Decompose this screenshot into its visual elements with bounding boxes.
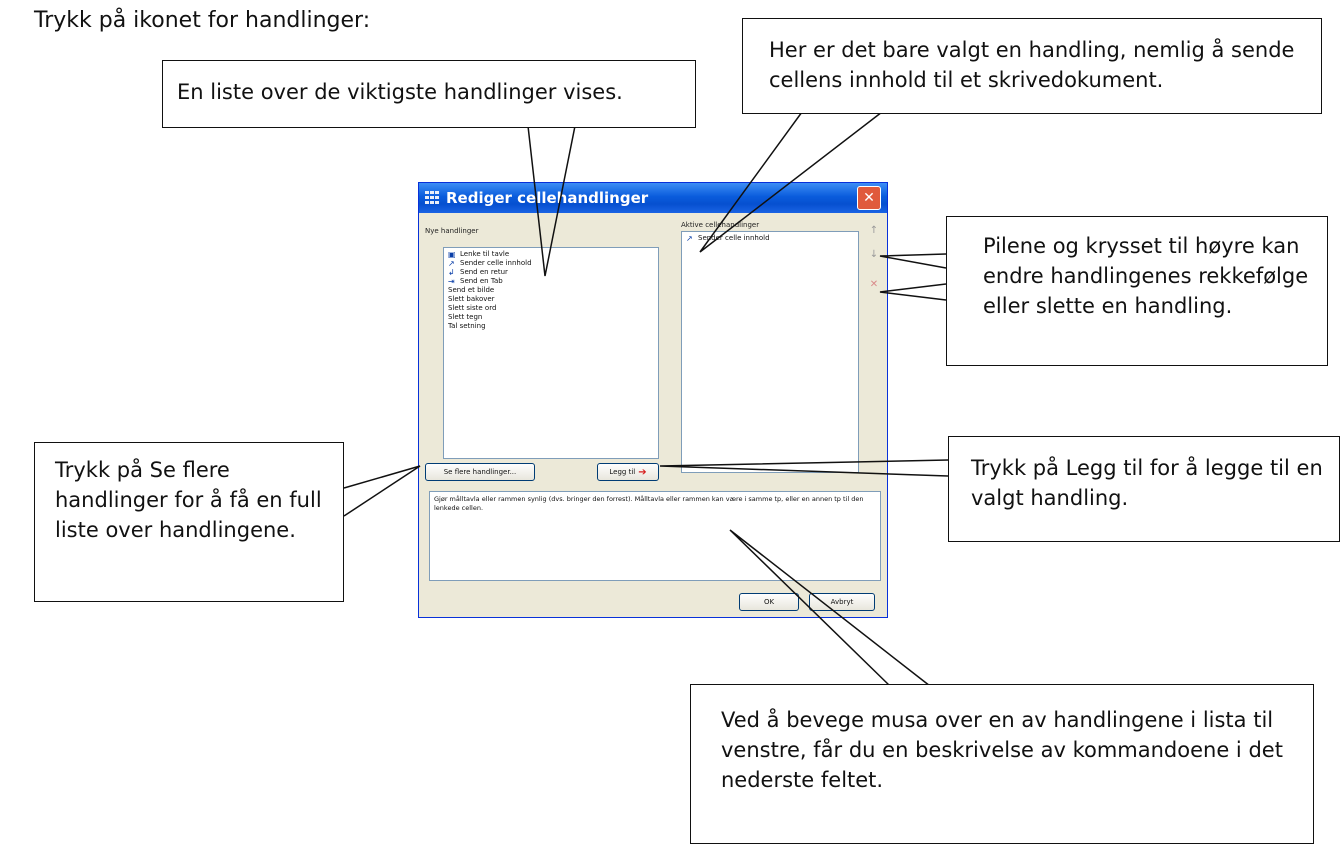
list-item[interactable]: Slett tegn [448,313,654,322]
dialog-titlebar[interactable]: Rediger cellehandlinger ✕ [419,183,887,213]
add-button-label: Legg til [609,468,636,476]
list-item-label: Send en Tab [460,277,503,285]
callout-add: Trykk på Legg til for å legge til en val… [948,436,1340,542]
delete-x-icon: ✕ [869,278,879,290]
list-item[interactable]: ↲ Send en retur [448,268,654,277]
list-item[interactable]: ▣ Lenke til tavle [448,250,654,259]
arrow-up-icon: ↑ [869,224,879,236]
arrow-down-icon: ↓ [869,248,879,260]
leader-arrow-up [879,253,947,269]
move-up-button[interactable]: ↑ [867,223,881,237]
callout-selected: Her er det bare valgt en handling, nemli… [742,18,1322,114]
list-item-label: Slett tegn [448,313,483,321]
grid-icon [425,191,441,205]
send-return-icon: ↲ [448,268,455,277]
list-item-label: Lenke til tavle [460,250,510,258]
list-item-label: Slett siste ord [448,304,497,312]
send-content-icon: ↗ [686,234,693,243]
red-arrow-right-icon: ➔ [638,466,647,478]
edit-cell-actions-dialog: Rediger cellehandlinger ✕ Nye handlinger… [418,182,888,618]
callout-see-more: Trykk på Se flere handlinger for å få en… [34,442,344,602]
active-actions-list[interactable]: ↗ Sender celle innhold [681,231,859,473]
callout-list: En liste over de viktigste handlinger vi… [162,60,696,128]
close-icon: ✕ [863,190,875,206]
leader-arrow-x [879,283,947,301]
list-item[interactable]: Send et bilde [448,286,654,295]
list-item[interactable]: Tal setning [448,322,654,331]
dialog-title: Rediger cellehandlinger [446,189,649,207]
callout-hover: Ved å bevege musa over en av handlingene… [690,684,1314,844]
action-description-box: Gjør målltavla eller rammen synlig (dvs.… [429,491,881,581]
list-item[interactable]: ⇥ Send en Tab [448,277,654,286]
list-item-label: Sender celle innhold [698,234,770,242]
list-item-label: Send et bilde [448,286,495,294]
add-button[interactable]: Legg til ➔ [597,463,659,481]
move-down-button[interactable]: ↓ [867,247,881,261]
list-item-label: Sender celle innhold [460,259,532,267]
new-actions-list[interactable]: ▣ Lenke til tavle ↗ Sender celle innhold ↲ Se… [443,247,659,459]
list-item-label: Slett bakover [448,295,495,303]
delete-action-button[interactable]: ✕ [867,277,881,291]
board-link-icon: ▣ [448,250,456,259]
list-item[interactable]: ↗ Sender celle innhold [686,234,854,243]
list-item[interactable]: ↗ Sender celle innhold [448,259,654,268]
send-tab-icon: ⇥ [448,277,455,286]
list-item-label: Send en retur [460,268,508,276]
active-actions-label: Aktive cellehandlinger [681,221,760,229]
list-item-label: Tal setning [448,322,486,330]
intro-text: Trykk på ikonet for handlinger: [34,8,371,33]
list-item[interactable]: Slett bakover [448,295,654,304]
list-item[interactable]: Slett siste ord [448,304,654,313]
close-button[interactable]: ✕ [857,186,881,210]
see-more-actions-button[interactable]: Se flere handlinger... [425,463,535,481]
cancel-button[interactable]: Avbryt [809,593,875,611]
leader-see-more [343,465,421,517]
ok-button[interactable]: OK [739,593,799,611]
send-content-icon: ↗ [448,259,455,268]
callout-arrows: Pilene og krysset til høyre kan endre ha… [946,216,1328,366]
new-actions-label: Nye handlinger [425,227,479,235]
